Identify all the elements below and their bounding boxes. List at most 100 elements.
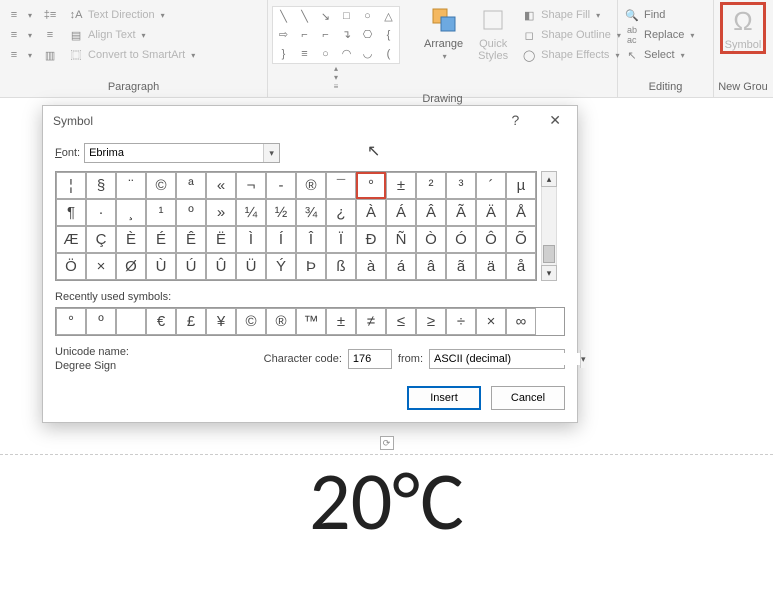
- symbol-cell[interactable]: Ç: [86, 226, 116, 253]
- char-code-input[interactable]: [348, 349, 392, 369]
- recent-symbol-cell[interactable]: ÷: [446, 308, 476, 335]
- shape-glyph[interactable]: ↴: [342, 28, 351, 41]
- symbol-cell[interactable]: ¨: [116, 172, 146, 199]
- shape-glyph[interactable]: (: [387, 48, 391, 60]
- shape-glyph[interactable]: }: [282, 48, 286, 60]
- line-spacing-button[interactable]: ‡≡: [40, 6, 60, 24]
- symbol-cell[interactable]: Ú: [176, 253, 206, 280]
- symbol-cell[interactable]: Æ: [56, 226, 86, 253]
- shape-glyph[interactable]: ↘: [321, 10, 330, 23]
- quick-styles-button[interactable]: Quick Styles: [473, 2, 513, 64]
- shape-effects-button[interactable]: ◯Shape Effects▾: [519, 46, 623, 64]
- symbol-cell[interactable]: ¶: [56, 199, 86, 226]
- symbol-cell[interactable]: À: [356, 199, 386, 226]
- shape-glyph[interactable]: ◡: [363, 47, 373, 60]
- symbol-cell[interactable]: Û: [206, 253, 236, 280]
- shape-glyph[interactable]: ≡: [301, 48, 307, 60]
- recent-symbol-cell[interactable]: ≥: [416, 308, 446, 335]
- symbol-cell[interactable]: Á: [386, 199, 416, 226]
- recent-symbol-cell[interactable]: €: [146, 308, 176, 335]
- shape-glyph[interactable]: ⌐: [322, 29, 328, 41]
- symbol-cell[interactable]: ©: [146, 172, 176, 199]
- shapes-gallery-more[interactable]: ▴▾≡: [272, 64, 400, 91]
- symbol-cell[interactable]: Ý: [266, 253, 296, 280]
- symbol-cell[interactable]: Ê: [176, 226, 206, 253]
- recent-symbol-cell[interactable]: [116, 308, 146, 335]
- symbol-cell[interactable]: ³: [446, 172, 476, 199]
- find-button[interactable]: 🔍Find: [622, 6, 696, 24]
- symbol-cell[interactable]: Ð: [356, 226, 386, 253]
- shape-fill-button[interactable]: ◧Shape Fill▾: [519, 6, 623, 24]
- symbol-cell[interactable]: Ù: [146, 253, 176, 280]
- shape-glyph[interactable]: ⎔: [363, 28, 373, 41]
- shape-outline-button[interactable]: ◻Shape Outline▾: [519, 26, 623, 44]
- columns-button[interactable]: ▥: [40, 46, 60, 64]
- font-combo[interactable]: ▾: [84, 143, 280, 163]
- symbol-cell[interactable]: ¸: [116, 199, 146, 226]
- symbol-cell[interactable]: ¹: [146, 199, 176, 226]
- shape-glyph[interactable]: ⌐: [301, 29, 307, 41]
- symbol-cell[interactable]: ¯: [326, 172, 356, 199]
- symbol-cell[interactable]: ²: [416, 172, 446, 199]
- select-button[interactable]: ↖Select▾: [622, 46, 696, 64]
- shape-glyph[interactable]: ◠: [342, 47, 352, 60]
- recent-symbol-cell[interactable]: ®: [266, 308, 296, 335]
- list-numbers-button[interactable]: ≡▾: [4, 26, 34, 44]
- text-direction-button[interactable]: ↕AText Direction▾: [66, 6, 197, 24]
- scroll-thumb[interactable]: [543, 245, 555, 263]
- symbol-cell[interactable]: ×: [86, 253, 116, 280]
- shape-glyph[interactable]: □: [343, 10, 350, 22]
- symbol-grid-scrollbar[interactable]: ▴ ▾: [541, 171, 557, 281]
- symbol-cell[interactable]: Â: [416, 199, 446, 226]
- symbol-cell[interactable]: ¼: [236, 199, 266, 226]
- recent-symbol-cell[interactable]: ¥: [206, 308, 236, 335]
- cancel-button[interactable]: Cancel: [491, 386, 565, 410]
- symbol-cell[interactable]: °: [356, 172, 386, 199]
- shape-glyph[interactable]: ╲: [280, 10, 287, 23]
- from-input[interactable]: [430, 353, 580, 365]
- scroll-down-button[interactable]: ▾: [541, 265, 557, 281]
- scroll-track[interactable]: [541, 187, 557, 265]
- symbol-cell[interactable]: ¾: [296, 199, 326, 226]
- recent-symbol-cell[interactable]: ±: [326, 308, 356, 335]
- font-input[interactable]: [85, 147, 263, 159]
- symbol-cell[interactable]: ´: [476, 172, 506, 199]
- shape-glyph[interactable]: ╲: [301, 10, 308, 23]
- symbol-cell[interactable]: Ö: [56, 253, 86, 280]
- symbol-cell[interactable]: á: [386, 253, 416, 280]
- symbol-cell[interactable]: É: [146, 226, 176, 253]
- indent-button[interactable]: ≡▾: [4, 46, 34, 64]
- convert-smartart-button[interactable]: ⿴Convert to SmartArt▾: [66, 46, 197, 64]
- symbol-cell[interactable]: ·: [86, 199, 116, 226]
- symbol-cell[interactable]: µ: [506, 172, 536, 199]
- symbol-cell[interactable]: «: [206, 172, 236, 199]
- symbol-cell[interactable]: â: [416, 253, 446, 280]
- symbol-cell[interactable]: à: [356, 253, 386, 280]
- dialog-close-button[interactable]: ✕: [543, 112, 567, 129]
- symbol-cell[interactable]: §: [86, 172, 116, 199]
- recent-symbol-cell[interactable]: º: [86, 308, 116, 335]
- symbol-cell[interactable]: ¬: [236, 172, 266, 199]
- shape-glyph[interactable]: ○: [322, 48, 329, 60]
- symbol-cell[interactable]: º: [176, 199, 206, 226]
- symbol-cell[interactable]: ­-: [266, 172, 296, 199]
- symbol-cell[interactable]: Ó: [446, 226, 476, 253]
- symbol-cell[interactable]: Ë: [206, 226, 236, 253]
- from-combo[interactable]: ▾: [429, 349, 565, 369]
- symbol-cell[interactable]: ±: [386, 172, 416, 199]
- symbol-cell[interactable]: Ü: [236, 253, 266, 280]
- symbol-cell[interactable]: ä: [476, 253, 506, 280]
- symbol-cell[interactable]: È: [116, 226, 146, 253]
- shape-glyph[interactable]: ⇨: [279, 28, 288, 41]
- symbol-cell[interactable]: Ã: [446, 199, 476, 226]
- recent-symbol-cell[interactable]: ©: [236, 308, 266, 335]
- symbol-cell[interactable]: Ï: [326, 226, 356, 253]
- symbol-cell[interactable]: Ò: [416, 226, 446, 253]
- symbol-cell[interactable]: Í: [266, 226, 296, 253]
- symbol-cell[interactable]: ª: [176, 172, 206, 199]
- symbol-cell[interactable]: ¦: [56, 172, 86, 199]
- scroll-up-button[interactable]: ▴: [541, 171, 557, 187]
- shapes-gallery[interactable]: ╲╲↘□○△⇨⌐⌐↴⎔{}≡○◠◡(: [272, 6, 400, 64]
- symbol-cell[interactable]: Ø: [116, 253, 146, 280]
- symbol-cell[interactable]: Ì: [236, 226, 266, 253]
